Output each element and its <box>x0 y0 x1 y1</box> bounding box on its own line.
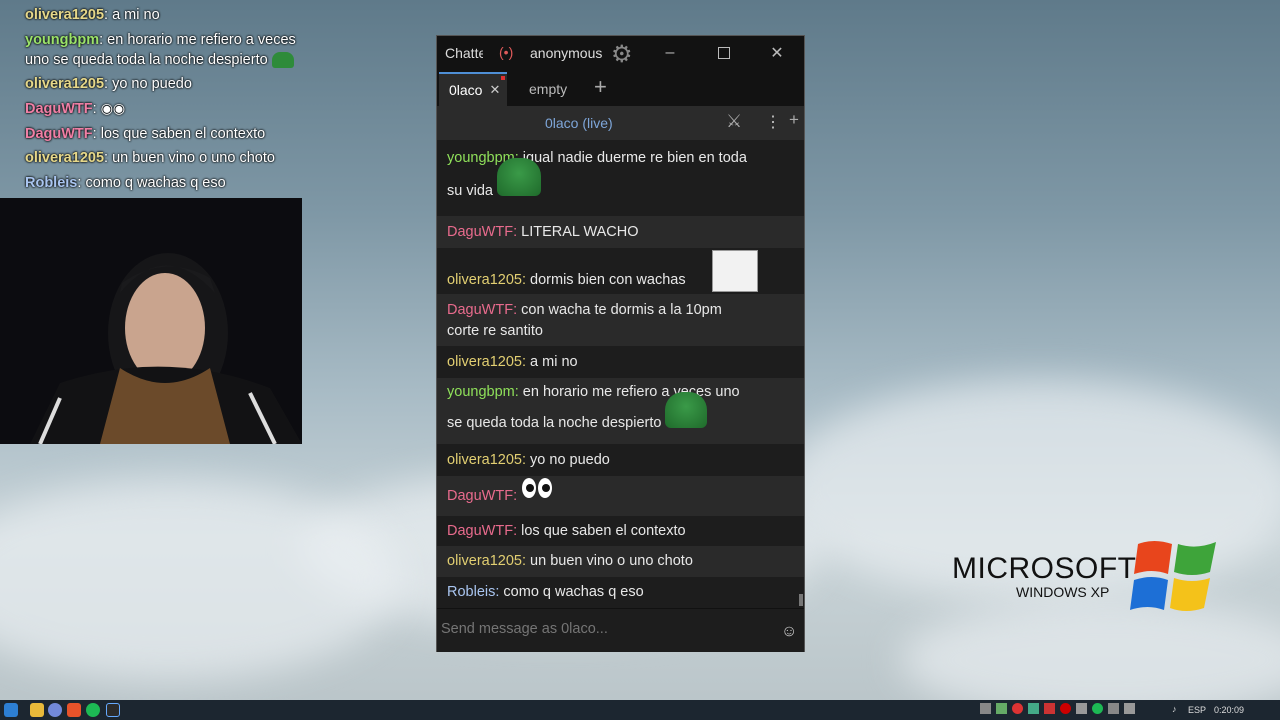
scrollbar-thumb[interactable] <box>799 594 803 606</box>
tab-label: empty <box>529 81 568 97</box>
chat-message: youngbpm: en horario me refiero a veces … <box>437 378 804 444</box>
overlay-chat-line: DaguWTF: ◉◉ <box>25 100 126 117</box>
channel-header[interactable]: 0laco (live) <box>545 115 613 131</box>
add-split-button[interactable]: + <box>789 110 799 130</box>
tray-icon[interactable] <box>1012 703 1023 714</box>
eyes-emote-icon <box>521 476 553 516</box>
emoji-picker-icon[interactable]: ☺ <box>781 623 797 641</box>
tab-empty[interactable]: empty <box>529 72 567 106</box>
tray-icon[interactable] <box>1028 703 1039 714</box>
minimize-button[interactable]: – <box>643 36 697 70</box>
start-icon[interactable] <box>4 703 18 717</box>
chat-message: DaguWTF: los que saben el contexto <box>447 523 686 539</box>
overlay-chat-line: olivera1205: yo no puedo <box>25 75 192 92</box>
clock[interactable]: 0:20:09 <box>1214 705 1244 715</box>
user-name[interactable]: anonymous <box>530 45 602 61</box>
tray-icon[interactable] <box>1044 703 1055 714</box>
live-indicator-icon <box>501 76 505 80</box>
file-explorer-icon[interactable] <box>30 703 44 717</box>
windows-flag-icon <box>1130 541 1216 611</box>
windows-xp-logo: MICROSOFT WINDOWS XP <box>952 541 1216 611</box>
tray-icon[interactable] <box>1124 703 1135 714</box>
chat-message: olivera1205: yo no puedo <box>447 452 610 468</box>
logo-text-microsoft: MICROSOFT <box>952 552 1137 585</box>
chat-client-window: Chatte (•) anonymous ⚙ – ✕ 0laco ✕ empty… <box>436 35 805 652</box>
message-input[interactable] <box>439 615 773 643</box>
system-tray <box>980 703 1155 717</box>
logo-text-windows-xp: WINDOWS XP <box>1016 584 1110 600</box>
discord-icon[interactable] <box>48 703 62 717</box>
spotify-icon[interactable] <box>86 703 100 717</box>
tray-icon[interactable] <box>1060 703 1071 714</box>
chat-message: Robleis: como q wachas q eso <box>447 584 644 600</box>
chat-message: olivera1205: dormis bien con wachas <box>437 248 804 294</box>
menu-dots-icon[interactable]: ⋮ <box>765 112 781 132</box>
overlay-chat-line: Robleis: como q wachas q eso <box>25 174 226 191</box>
title-bar: Chatte (•) anonymous ⚙ – ✕ <box>437 36 804 70</box>
chat-message: olivera1205: a mi no <box>447 354 578 370</box>
chat-message: DaguWTF: LITERAL WACHO <box>437 216 804 248</box>
pepe-emote-icon <box>271 51 294 68</box>
eyes-emote-icon: ◉◉ <box>100 100 126 116</box>
message-list[interactable]: youngbpm: igual nadie duerme re bien en … <box>437 140 804 608</box>
tab-0laco[interactable]: 0laco ✕ <box>439 72 507 106</box>
tray-icon[interactable] <box>1108 703 1119 714</box>
chat-message: youngbpm: igual nadie duerme re bien en … <box>447 150 747 199</box>
live-signal-icon[interactable]: (•) <box>499 44 513 60</box>
taskbar: ♪ ESP 0:20:09 <box>0 700 1280 720</box>
tray-icon[interactable] <box>996 703 1007 714</box>
language-indicator[interactable]: ESP <box>1188 705 1206 715</box>
tray-icon[interactable] <box>980 703 991 714</box>
overlay-chat-line: olivera1205: un buen vino o uno choto <box>25 150 275 166</box>
close-button[interactable]: ✕ <box>750 36 804 70</box>
pepe-emote-icon <box>665 392 708 429</box>
moderation-sword-icon[interactable]: ⚔ <box>726 111 742 132</box>
chatterino-icon[interactable] <box>106 703 120 717</box>
chat-message: olivera1205: un buen vino o uno choto <box>437 546 804 577</box>
volume-icon[interactable]: ♪ <box>1172 704 1177 714</box>
app-title: Chatte <box>445 45 483 61</box>
overlay-chat-line: youngbpm: en horario me refiero a veces … <box>25 31 296 68</box>
message-input-area: ☺ <box>437 608 804 652</box>
gear-icon[interactable]: ⚙ <box>611 40 633 69</box>
chat-message: DaguWTF: <box>437 476 804 516</box>
tab-label: 0laco <box>449 82 483 98</box>
tray-icon[interactable] <box>1092 703 1103 714</box>
overlay-chat-line: DaguWTF: los que saben el contexto <box>25 125 266 142</box>
cereal-guy-emote-icon <box>712 250 758 292</box>
overlay-chat-line: olivera1205: a mi no <box>25 7 160 23</box>
webcam-image <box>0 198 302 444</box>
close-tab-icon[interactable]: ✕ <box>489 82 500 98</box>
stream-chat-overlay: olivera1205: a mi no youngbpm: en horari… <box>0 0 320 195</box>
tab-bar: 0laco ✕ empty + <box>437 70 804 106</box>
pepe-emote-icon <box>496 158 541 197</box>
maximize-button[interactable] <box>697 36 751 70</box>
chat-message: DaguWTF: con wacha te dormis a la 10pm c… <box>437 294 804 346</box>
browser-icon[interactable] <box>67 703 81 717</box>
add-tab-button[interactable]: + <box>594 70 607 104</box>
split-header: 0laco (live) ⚔ ⋮ + <box>437 106 804 140</box>
tray-icon[interactable] <box>1076 703 1087 714</box>
webcam-feed <box>0 198 302 444</box>
